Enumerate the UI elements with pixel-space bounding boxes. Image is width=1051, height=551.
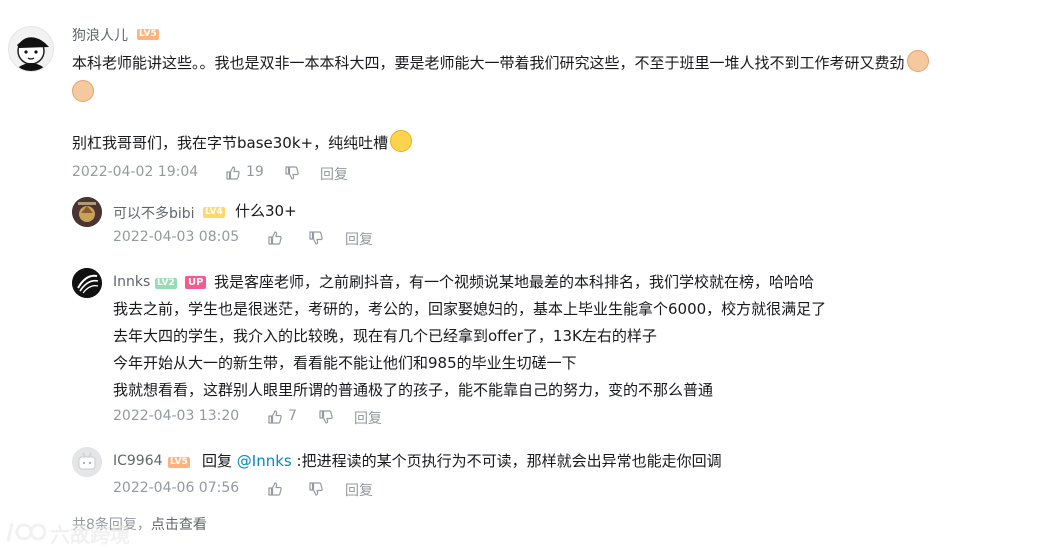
- like-icon[interactable]: [267, 230, 283, 246]
- comment-time: 2022-04-02 19:04: [72, 164, 199, 180]
- reply-text-line: 今年开始从大一的新生带，看看能不能让他们和985的毕业生切磋一下: [113, 354, 577, 372]
- level-badge: LV2: [155, 278, 177, 289]
- reply-text: 什么30+: [235, 202, 297, 220]
- mention-link[interactable]: @Innks: [237, 452, 292, 470]
- avatar[interactable]: [72, 447, 102, 477]
- reply-username[interactable]: IC9964: [113, 453, 163, 469]
- reply-time: 2022-04-03 08:05: [113, 229, 240, 245]
- reply-button[interactable]: 回复: [345, 229, 373, 249]
- dislike-icon[interactable]: [284, 165, 300, 181]
- like-icon[interactable]: [225, 165, 241, 181]
- dislike-icon[interactable]: [308, 481, 324, 497]
- smile-emoji-icon: [906, 50, 929, 72]
- view-more-link[interactable]: 点击查看: [151, 517, 207, 533]
- watermark-text: 六故跨境: [50, 523, 130, 547]
- reply-text-line: 我去之前，学生也是很迷茫，考研的，考公的，回家娶媳妇的，基本上毕业生能拿个600…: [113, 300, 827, 318]
- reply-username[interactable]: 可以不多bibi: [113, 203, 195, 223]
- like-icon[interactable]: [267, 481, 283, 497]
- comment-username[interactable]: 狗浪人儿: [72, 25, 128, 45]
- reply-prefix: 回复: [202, 452, 233, 470]
- avatar[interactable]: [8, 26, 54, 72]
- level-badge: LV5: [168, 457, 190, 468]
- comment-text-line2: 别杠我哥哥们，我在字节base30k+，纯纯吐槽: [72, 130, 413, 155]
- avatar[interactable]: [72, 197, 102, 227]
- smile-emoji-icon: [72, 80, 94, 102]
- dislike-icon[interactable]: [318, 409, 334, 425]
- comment-text: 别杠我哥哥们，我在字节base30k+，纯纯吐槽: [72, 134, 389, 152]
- user-avatar-icon: [72, 197, 102, 227]
- reply-time: 2022-04-06 07:56: [113, 480, 240, 496]
- like-count: 19: [246, 164, 264, 180]
- reply-text-line: 我是客座老师，之前刷抖音，有一个视频说某地最差的本科排名，我们学校就在榜，哈哈哈: [214, 273, 815, 291]
- avatar[interactable]: [72, 268, 102, 298]
- reply-username[interactable]: Innks: [113, 274, 150, 290]
- reply-button[interactable]: 回复: [354, 408, 382, 428]
- reply-text-line: 我就想看看，这群别人眼里所谓的普通极了的孩子，能不能靠自己的努力，变的不那么普通: [113, 381, 714, 399]
- level-badge: LV4: [203, 207, 225, 218]
- reply-time: 2022-04-03 13:20: [113, 408, 240, 424]
- user-avatar-icon: [17, 37, 49, 71]
- reply-text-line: 去年大四的学生，我介入的比较晚，现在有几个已经拿到offer了，13K左右的样子: [113, 327, 657, 345]
- like-icon[interactable]: [267, 409, 283, 425]
- up-badge: UP: [185, 276, 207, 289]
- default-avatar-icon: [72, 447, 102, 477]
- watermark-logo-icon: [6, 522, 47, 542]
- level-badge: LV5: [137, 29, 159, 40]
- like-count: 7: [288, 408, 297, 424]
- reply-button[interactable]: 回复: [345, 480, 373, 500]
- comment-text-line1: 本科老师能讲这些。。我也是双非一本本科大四，要是老师能大一带着我们研究这些，不至…: [72, 50, 929, 75]
- emoji-line: [72, 80, 94, 102]
- dislike-icon[interactable]: [308, 230, 324, 246]
- reply-text-line: 回复 @Innks :把进程读的某个页执行为不可读，那样就会出异常也能走你回调: [202, 449, 722, 473]
- crying-laugh-emoji-icon: [390, 130, 413, 152]
- reply-text: :把进程读的某个页执行为不可读，那样就会出异常也能走你回调: [296, 452, 722, 470]
- user-avatar-icon: [72, 268, 102, 298]
- reply-button[interactable]: 回复: [320, 164, 348, 184]
- comment-text: 本科老师能讲这些。。我也是双非一本本科大四，要是老师能大一带着我们研究这些，不至…: [72, 54, 905, 72]
